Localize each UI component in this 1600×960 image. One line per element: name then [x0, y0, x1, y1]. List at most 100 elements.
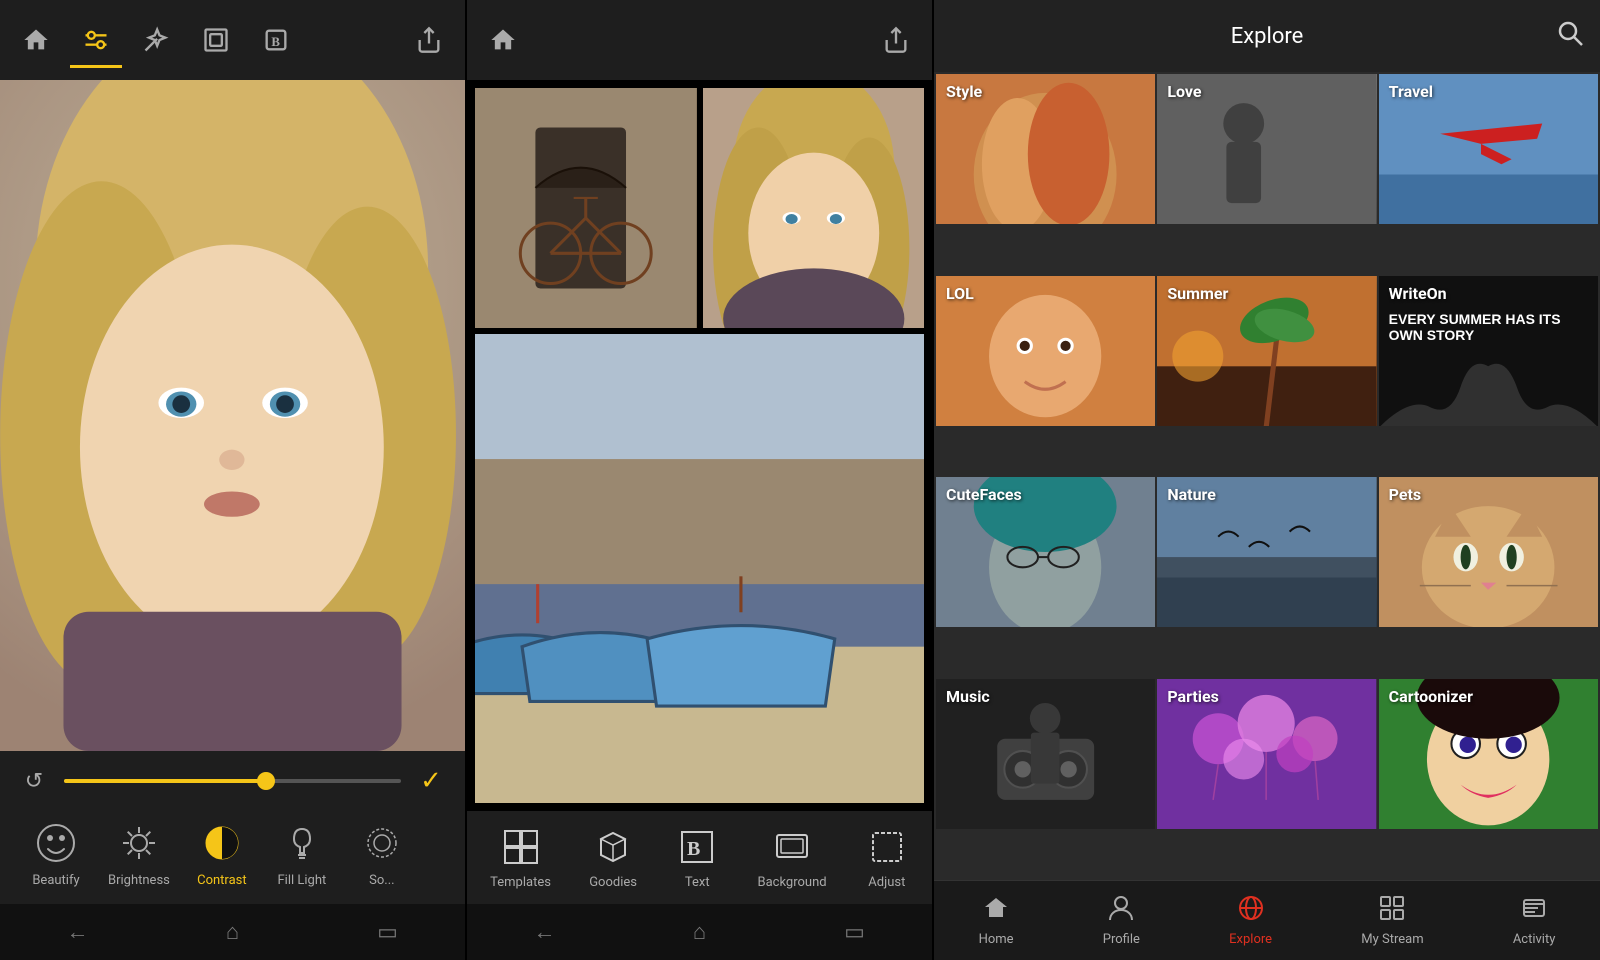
svg-text:B: B [687, 838, 700, 860]
home-nav-icon [982, 894, 1010, 928]
slider-row: ↺ ✓ [16, 763, 449, 799]
collage-toolbar [467, 0, 932, 80]
tool-templates[interactable]: Templates [474, 819, 567, 896]
collage-recents-button[interactable]: ▭ [825, 912, 885, 952]
grid-item-lol[interactable]: LOL [936, 276, 1155, 426]
collage-cell-boats[interactable] [475, 334, 924, 803]
back-button[interactable]: ← [48, 912, 108, 952]
photo-display [0, 80, 465, 751]
tool-contrast[interactable]: Contrast [182, 811, 262, 896]
background-icon [770, 825, 814, 869]
collage-display [467, 80, 932, 811]
tool-brightness[interactable]: Brightness [96, 811, 182, 896]
collage-cell-bike[interactable] [475, 88, 697, 328]
grid-item-cartoonizer[interactable]: Cartoonizer [1379, 679, 1598, 829]
svg-text:B: B [271, 35, 280, 49]
contrast-icon [198, 819, 246, 867]
home-button[interactable] [10, 14, 62, 66]
beautify-label: Beautify [32, 873, 79, 888]
recents-button[interactable]: ▭ [358, 912, 418, 952]
activity-nav-label: Activity [1513, 932, 1556, 947]
editor-toolbar: B [0, 0, 465, 80]
nav-mystream[interactable]: My Stream [1345, 886, 1439, 955]
grid-item-style[interactable]: Style [936, 74, 1155, 224]
activity-nav-icon [1520, 894, 1548, 928]
wand-button[interactable] [130, 14, 182, 66]
love-label: Love [1167, 82, 1201, 101]
collage-home-nav-button[interactable]: ⌂ [670, 912, 730, 952]
share-button[interactable] [403, 14, 455, 66]
explore-title: Explore [1231, 24, 1304, 49]
grid-item-pets[interactable]: Pets [1379, 477, 1598, 627]
pets-label: Pets [1389, 485, 1421, 504]
summer-label: Summer [1167, 284, 1228, 303]
panel-editor: B [0, 0, 467, 960]
profile-nav-label: Profile [1103, 932, 1140, 947]
collage-cell-girl[interactable] [703, 88, 925, 328]
panel-explore: Explore Style [934, 0, 1600, 960]
collage-back-button[interactable]: ← [515, 912, 575, 952]
tool-background[interactable]: Background [741, 819, 842, 896]
grid-item-travel[interactable]: Travel [1379, 74, 1598, 224]
writeon-text: EVERY SUMMER HAS ITS OWN STORY [1389, 311, 1588, 345]
grid-item-cutefaces[interactable]: CuteFaces [936, 477, 1155, 627]
undo-button[interactable]: ↺ [16, 763, 52, 799]
tool-text[interactable]: B Text [659, 819, 735, 896]
tool-adjust[interactable]: Adjust [849, 819, 925, 896]
collage-home-button[interactable] [477, 14, 529, 66]
goodies-icon [591, 825, 635, 869]
grid-item-parties[interactable]: Parties [1157, 679, 1376, 829]
grid-item-nature[interactable]: Nature [1157, 477, 1376, 627]
explore-nav-icon [1237, 894, 1265, 928]
lol-label: LOL [946, 284, 974, 303]
music-label: Music [946, 687, 990, 706]
mystream-nav-icon [1378, 894, 1406, 928]
nav-explore[interactable]: Explore [1213, 886, 1288, 955]
adjust-button[interactable] [70, 14, 122, 66]
brightness-slider[interactable] [64, 779, 401, 783]
travel-label: Travel [1389, 82, 1433, 101]
bold-button[interactable]: B [250, 14, 302, 66]
cutefaces-label: CuteFaces [946, 485, 1022, 504]
grid-item-love[interactable]: Love [1157, 74, 1376, 224]
collage-tools: Templates Goodies B Text [467, 811, 932, 904]
explore-bottom-nav: Home Profile [934, 880, 1600, 960]
mystream-nav-label: My Stream [1361, 932, 1423, 947]
grid-item-writeon[interactable]: WriteOn EVERY SUMMER HAS ITS OWN STORY [1379, 276, 1598, 426]
frame-button[interactable] [190, 14, 242, 66]
search-button[interactable] [1556, 19, 1584, 53]
explore-nav-label: Explore [1229, 932, 1272, 947]
contrast-label: Contrast [197, 873, 247, 888]
home-nav-label: Home [979, 932, 1014, 947]
tool-soften[interactable]: So... [342, 811, 422, 896]
soften-label: So... [369, 873, 394, 888]
editor-bottom-nav: ← ⌂ ▭ [0, 904, 465, 960]
filllight-icon [278, 819, 326, 867]
collage-share-button[interactable] [870, 14, 922, 66]
tool-filllight[interactable]: Fill Light [262, 811, 342, 896]
nav-profile[interactable]: Profile [1087, 886, 1156, 955]
adjust-label: Adjust [868, 875, 905, 890]
parties-label: Parties [1167, 687, 1219, 706]
profile-nav-icon [1107, 894, 1135, 928]
controls-area: ↺ ✓ Beautify [0, 751, 465, 904]
goodies-label: Goodies [589, 875, 637, 890]
filllight-label: Fill Light [277, 873, 326, 888]
brightness-icon [115, 819, 163, 867]
grid-item-music[interactable]: Music [936, 679, 1155, 829]
confirm-button[interactable]: ✓ [413, 763, 449, 799]
text-label: Text [685, 875, 710, 890]
panel-collage: Templates Goodies B Text [467, 0, 934, 960]
tool-beautify[interactable]: Beautify [16, 811, 96, 896]
explore-content: Explore Style [934, 0, 1600, 960]
nav-activity[interactable]: Activity [1497, 886, 1572, 955]
nav-home[interactable]: Home [963, 886, 1030, 955]
cartoonizer-label: Cartoonizer [1389, 687, 1473, 706]
templates-label: Templates [490, 875, 551, 890]
grid-item-summer[interactable]: Summer [1157, 276, 1376, 426]
tool-goodies[interactable]: Goodies [573, 819, 653, 896]
nature-label: Nature [1167, 485, 1216, 504]
collage-top-row [475, 88, 924, 328]
home-nav-button[interactable]: ⌂ [203, 912, 263, 952]
beautify-icon [32, 819, 80, 867]
